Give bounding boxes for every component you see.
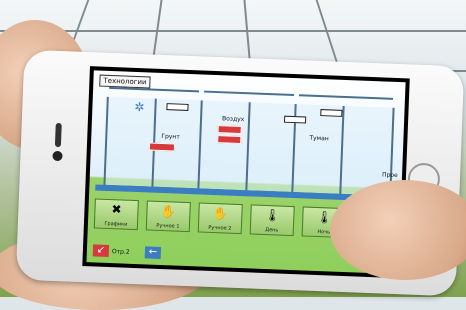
control-buttons: ✖ Графики ✋ Ручное 1 ✋ Ручное 2 🌡 День 🌡 — [93, 198, 347, 239]
fan-icon: ✲ — [134, 99, 145, 115]
sensor-2 — [283, 115, 307, 124]
graphs-button[interactable]: ✖ Графики — [93, 198, 139, 231]
soil-value — [148, 142, 176, 152]
manual2-button[interactable]: ✋ Ручное 2 — [197, 202, 243, 235]
graphs-icon: ✖ — [111, 202, 122, 217]
air-value-2 — [217, 135, 242, 145]
hand-icon: ✋ — [160, 204, 177, 219]
hand-icon: ✋ — [212, 205, 229, 221]
back-button[interactable]: ↙ — [92, 244, 110, 258]
day-button[interactable]: 🌡 День — [249, 204, 295, 237]
soil-label: Грунт — [161, 132, 180, 141]
camera — [52, 150, 63, 162]
right-label: Прое — [381, 171, 398, 180]
back-label: Отр.2 — [111, 248, 130, 256]
manual1-button[interactable]: ✋ Ручное 1 — [145, 200, 191, 233]
sensor-3 — [320, 109, 343, 117]
air-value-1 — [217, 125, 242, 135]
speaker — [54, 122, 62, 148]
page-title: Технологии — [99, 74, 151, 89]
air-label: Воздух — [221, 115, 245, 124]
sensor-1 — [166, 103, 189, 111]
greenhouse-diagram — [103, 86, 395, 198]
heating-label: Туман — [309, 134, 329, 143]
prev-arrow-button[interactable]: ← — [144, 246, 162, 260]
thermometer-icon: 🌡 — [264, 207, 281, 223]
